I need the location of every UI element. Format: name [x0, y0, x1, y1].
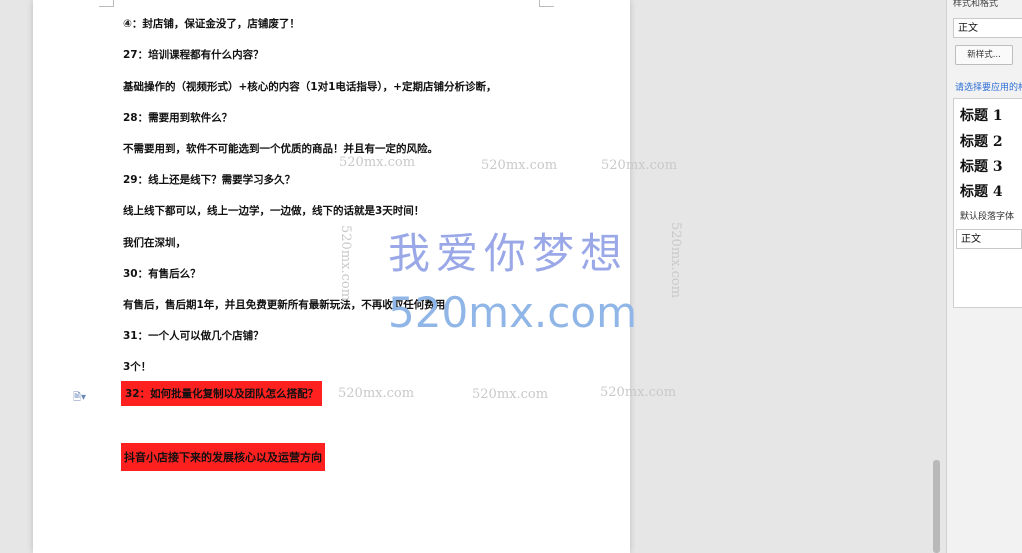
paragraph[interactable]: 线上线下都可以，线上一边学，一边做，线下的话就是3天时间！: [123, 203, 424, 218]
highlight-text: 抖音小店接下来的发展核心以及运营方向: [121, 443, 325, 471]
panel-title: 样式和格式: [953, 0, 999, 9]
paragraph[interactable]: ④：封店铺，保证金没了，店铺废了！: [123, 16, 300, 31]
paragraph[interactable]: 3个！: [123, 359, 151, 374]
watermark-text-vertical: 520mx.com: [668, 222, 683, 299]
paragraph-question[interactable]: 30：有售后么？: [123, 266, 201, 281]
watermark-text: 520mx.com: [600, 385, 677, 400]
watermark-text: 520mx.com: [339, 155, 416, 170]
apply-format-hint: 请选择要应用的格式: [955, 83, 1022, 93]
paragraph-options-icon[interactable]: 🗎▾: [73, 390, 86, 407]
watermark-domain: 520mx.com: [388, 288, 637, 337]
style-list: 标题 1 标题 2 标题 3 标题 4 默认段落字体 正文: [953, 98, 1022, 308]
paragraph-question[interactable]: 27：培训课程都有什么内容？: [123, 47, 264, 62]
watermark-text: 520mx.com: [338, 386, 415, 401]
highlighted-heading[interactable]: 抖音小店接下来的发展核心以及运营方向: [121, 443, 325, 471]
page-corner-mark-left: [99, 0, 114, 7]
style-item-heading2[interactable]: 标题 2: [960, 131, 1003, 151]
watermark-slogan: 我爱你梦想: [388, 229, 629, 278]
paragraph-question[interactable]: 28：需要用到软件么？: [123, 110, 232, 125]
style-item-default-font[interactable]: 默认段落字体: [960, 209, 1014, 222]
watermark-text: 520mx.com: [601, 158, 678, 173]
style-item-body[interactable]: 正文: [956, 229, 1022, 249]
paragraph-question[interactable]: 29：线上还是线下？需要学习多久？: [123, 172, 295, 187]
style-item-heading1[interactable]: 标题 1: [960, 105, 1003, 125]
current-style-field[interactable]: 正文: [953, 18, 1022, 38]
paragraph[interactable]: 不需要用到，软件不可能选到一个优质的商品！并且有一定的风险。: [123, 141, 438, 156]
paragraph-question[interactable]: 31：一个人可以做几个店铺？: [123, 328, 264, 343]
new-style-button[interactable]: 新样式...: [955, 45, 1013, 65]
style-item-heading4[interactable]: 标题 4: [960, 181, 1003, 201]
paragraph[interactable]: 我们在深圳，: [123, 235, 186, 250]
watermark-text: 520mx.com: [472, 387, 549, 402]
highlight-text: 32：如何批量化复制以及团队怎么搭配？: [121, 381, 323, 406]
watermark-text: 520mx.com: [481, 158, 558, 173]
page-corner-mark-right: [539, 0, 554, 7]
style-item-heading3[interactable]: 标题 3: [960, 156, 1003, 176]
highlighted-paragraph[interactable]: 32：如何批量化复制以及团队怎么搭配？: [121, 381, 323, 406]
watermark-text-vertical: 520mx.com: [338, 225, 353, 302]
scrollbar-thumb[interactable]: [933, 460, 940, 553]
paragraph[interactable]: 基础操作的（视频形式）+核心的内容（1对1电话指导），+定期店铺分析诊断，: [123, 79, 496, 94]
styles-panel: 样式和格式 正文 新样式... 请选择要应用的格式 标题 1 标题 2 标题 3…: [946, 0, 1022, 553]
